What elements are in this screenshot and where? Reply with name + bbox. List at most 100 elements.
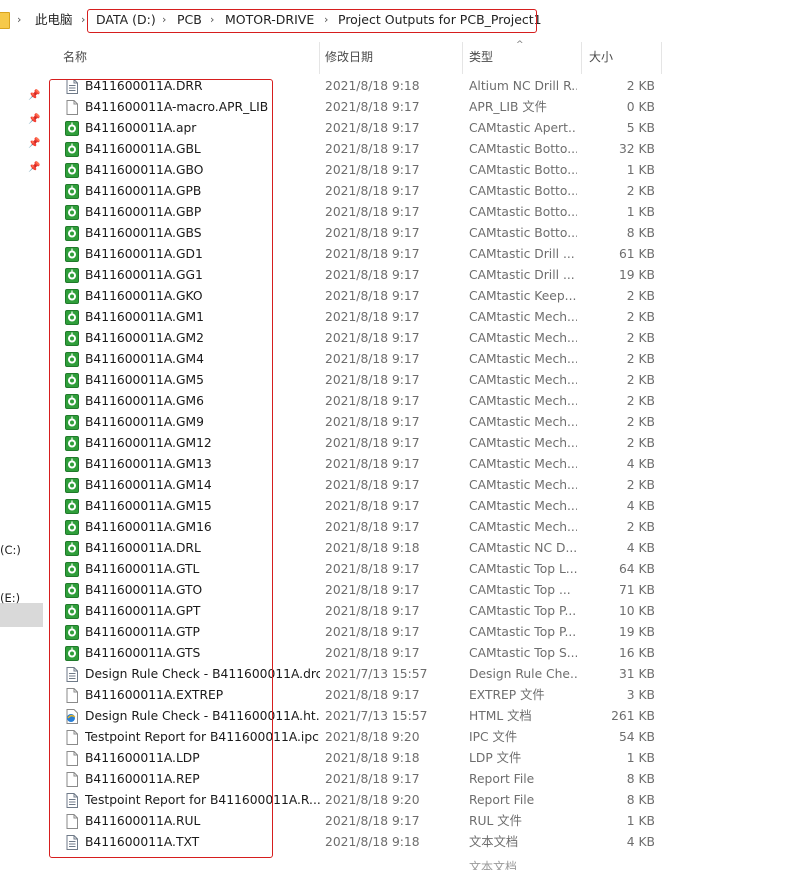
camtastic-icon bbox=[65, 205, 79, 220]
file-name: Testpoint Report for B411600011A.ipc bbox=[85, 730, 319, 744]
file-name: B411600011A.GBO bbox=[85, 163, 204, 177]
camtastic-icon bbox=[65, 268, 79, 283]
file-name: B411600011A.REP bbox=[85, 772, 200, 786]
file-name: Testpoint Report for B411600011A.R... bbox=[85, 793, 320, 807]
pin-icon[interactable]: 📌 bbox=[28, 114, 40, 126]
file-row[interactable]: B411600011A.GKO 2021/8/18 9:17 CAMtastic K… bbox=[47, 286, 667, 307]
file-row[interactable]: B411600011A.GBO 2021/8/18 9:17 CAMtastic B… bbox=[47, 160, 667, 181]
file-row[interactable]: B411600011A.LDP 2021/8/18 9:18 LDP 文件 1 KB bbox=[47, 748, 667, 769]
column-divider[interactable] bbox=[319, 42, 320, 74]
file-row[interactable]: B411600011A.GTS 2021/8/18 9:17 CAMtastic T… bbox=[47, 643, 667, 664]
pin-icon[interactable]: 📌 bbox=[28, 90, 40, 102]
navigation-pane: 📌 📌 📌 📌 (C:) (E:) bbox=[0, 40, 47, 870]
file-modified-date: 2021/8/18 9:17 bbox=[325, 373, 420, 387]
file-row[interactable]: B411600011A.RUL 2021/8/18 9:17 RUL 文件 1 KB bbox=[47, 811, 667, 832]
file-row[interactable]: Testpoint Report for B411600011A.R... 202… bbox=[47, 790, 667, 811]
file-row[interactable]: B411600011A.GM5 2021/8/18 9:17 CAMtastic M… bbox=[47, 370, 667, 391]
column-header-size[interactable]: 大小 bbox=[589, 48, 613, 66]
column-header-name[interactable]: 名称 bbox=[63, 48, 87, 66]
file-type: CAMtastic Botto... bbox=[469, 163, 577, 177]
file-row[interactable]: B411600011A.GM12 2021/8/18 9:17 CAMtastic … bbox=[47, 433, 667, 454]
file-row[interactable]: B411600011A.GPT 2021/8/18 9:17 CAMtastic T… bbox=[47, 601, 667, 622]
file-row[interactable]: B411600011A.TXT 2021/8/18 9:18 文本文档 4 KB bbox=[47, 832, 667, 853]
file-row[interactable]: B411600011A.GM6 2021/8/18 9:17 CAMtastic M… bbox=[47, 391, 667, 412]
chevron-right-icon[interactable]: › bbox=[17, 11, 21, 28]
file-modified-date: 2021/8/18 9:20 bbox=[325, 793, 420, 807]
pin-icon[interactable]: 📌 bbox=[28, 138, 40, 150]
camtastic-icon bbox=[65, 604, 79, 619]
file-size: 1 KB bbox=[626, 751, 655, 765]
file-size: 2 KB bbox=[626, 184, 655, 198]
file-type: CAMtastic Keep... bbox=[469, 289, 577, 303]
file-row[interactable]: B411600011A.EXTREP 2021/8/18 9:17 EXTREP 文… bbox=[47, 685, 667, 706]
column-divider[interactable] bbox=[462, 42, 463, 74]
nav-selected-item[interactable] bbox=[0, 603, 43, 627]
file-size: 2 KB bbox=[626, 373, 655, 387]
file-row[interactable]: B411600011A.GM4 2021/8/18 9:17 CAMtastic M… bbox=[47, 349, 667, 370]
column-divider[interactable] bbox=[581, 42, 582, 74]
file-row[interactable]: B411600011A.GBL 2021/8/18 9:17 CAMtastic B… bbox=[47, 139, 667, 160]
nav-drive-e[interactable]: (E:) bbox=[0, 591, 20, 605]
nav-drive-c[interactable]: (C:) bbox=[0, 543, 21, 557]
file-type: LDP 文件 bbox=[469, 751, 522, 765]
file-row[interactable]: B411600011A.GPB 2021/8/18 9:17 CAMtastic B… bbox=[47, 181, 667, 202]
file-row[interactable]: B411600011A.GM9 2021/8/18 9:17 CAMtastic M… bbox=[47, 412, 667, 433]
file-name: B411600011A.GBP bbox=[85, 205, 202, 219]
file-type: CAMtastic Mech... bbox=[469, 373, 577, 387]
file-name: B411600011A.GM14 bbox=[85, 478, 212, 492]
file-type: CAMtastic Botto... bbox=[469, 142, 577, 156]
file-size: 10 KB bbox=[618, 604, 655, 618]
file-modified-date: 2021/8/18 9:17 bbox=[325, 604, 420, 618]
pin-icon[interactable]: 📌 bbox=[28, 162, 40, 174]
file-row[interactable]: Testpoint Report for B411600011A.ipc 2021… bbox=[47, 727, 667, 748]
camtastic-icon bbox=[65, 226, 79, 241]
file-row[interactable]: B411600011A.GM15 2021/8/18 9:17 CAMtastic … bbox=[47, 496, 667, 517]
file-type: CAMtastic Top P... bbox=[469, 625, 577, 639]
file-row[interactable]: B411600011A.GM16 2021/8/18 9:17 CAMtastic … bbox=[47, 517, 667, 538]
file-size: 2 KB bbox=[626, 415, 655, 429]
file-row[interactable]: B411600011A.GM13 2021/8/18 9:17 CAMtastic … bbox=[47, 454, 667, 475]
file-type: CAMtastic Mech... bbox=[469, 415, 577, 429]
file-row[interactable]: B411600011A-macro.APR_LIB 2021/8/18 9:17 A… bbox=[47, 97, 667, 118]
file-type: Altium NC Drill R... bbox=[469, 79, 577, 93]
file-row[interactable]: B411600011A.GTP 2021/8/18 9:17 CAMtastic T… bbox=[47, 622, 667, 643]
file-row[interactable]: B411600011A.GM2 2021/8/18 9:17 CAMtastic M… bbox=[47, 328, 667, 349]
file-row[interactable]: B411600011A.apr 2021/8/18 9:17 CAMtastic A… bbox=[47, 118, 667, 139]
blank-file-icon bbox=[65, 100, 79, 115]
file-row[interactable]: B411600011A.GBS 2021/8/18 9:17 CAMtastic B… bbox=[47, 223, 667, 244]
file-row[interactable]: B411600011A.GG1 2021/8/18 9:17 CAMtastic D… bbox=[47, 265, 667, 286]
file-type: CAMtastic Mech... bbox=[469, 352, 577, 366]
file-row[interactable]: B411600011A.GBP 2021/8/18 9:17 CAMtastic B… bbox=[47, 202, 667, 223]
file-row[interactable]: Design Rule Check - B411600011A.ht... 202… bbox=[47, 706, 667, 727]
file-size: 2 KB bbox=[626, 394, 655, 408]
breadcrumb-this-pc[interactable]: 此电脑 bbox=[35, 11, 73, 28]
file-row[interactable]: B411600011A.GTL 2021/8/18 9:17 CAMtastic T… bbox=[47, 559, 667, 580]
file-modified-date: 2021/8/18 9:17 bbox=[325, 142, 420, 156]
file-size: 5 KB bbox=[626, 121, 655, 135]
file-row[interactable]: B411600011A.GM1 2021/8/18 9:17 CAMtastic M… bbox=[47, 307, 667, 328]
column-divider[interactable] bbox=[661, 42, 662, 74]
file-row[interactable]: B411600011A.GM14 2021/8/18 9:17 CAMtastic … bbox=[47, 475, 667, 496]
file-modified-date: 2021/8/18 9:18 bbox=[325, 79, 420, 93]
file-name: B411600011A.GM6 bbox=[85, 394, 204, 408]
chevron-right-icon[interactable]: › bbox=[81, 11, 85, 28]
file-row[interactable]: B411600011A.DRR 2021/8/18 9:18 Altium NC D… bbox=[47, 76, 667, 97]
blank-file-icon bbox=[65, 814, 79, 829]
camtastic-icon bbox=[65, 289, 79, 304]
address-bar[interactable]: › 此电脑 › DATA (D:) › PCB › MOTOR-DRIVE › … bbox=[0, 0, 789, 40]
file-name: B411600011A.GM1 bbox=[85, 310, 204, 324]
file-size: 261 KB bbox=[611, 709, 655, 723]
column-header-type[interactable]: 类型 bbox=[469, 48, 493, 66]
file-row[interactable]: B411600011A.REP 2021/8/18 9:17 Report File… bbox=[47, 769, 667, 790]
file-row[interactable]: Design Rule Check - B411600011A.drc 2021/… bbox=[47, 664, 667, 685]
file-row[interactable]: B411600011A.GTO 2021/8/18 9:17 CAMtastic T… bbox=[47, 580, 667, 601]
file-name: B411600011A.GBL bbox=[85, 142, 201, 156]
file-type: 文本文档 bbox=[469, 835, 519, 849]
file-name: B411600011A.GPB bbox=[85, 184, 202, 198]
file-row[interactable]: B411600011A.GD1 2021/8/18 9:17 CAMtastic D… bbox=[47, 244, 667, 265]
file-name: B411600011A.GM9 bbox=[85, 415, 204, 429]
file-type: CAMtastic Top S... bbox=[469, 646, 577, 660]
file-row[interactable]: B411600011A.DRL 2021/8/18 9:18 CAMtastic N… bbox=[47, 538, 667, 559]
column-header-date[interactable]: 修改日期 bbox=[325, 48, 373, 66]
text-file-icon bbox=[65, 79, 79, 94]
